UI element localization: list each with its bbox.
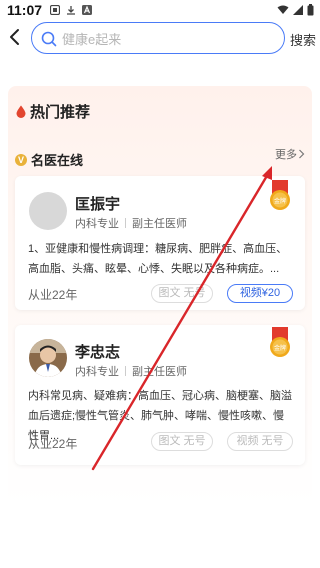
notification-icon: [50, 5, 60, 15]
video-consult-button[interactable]: 视频 无号: [227, 432, 293, 451]
doctor-card[interactable]: 李忠志 内科专业 副主任医师 金牌 内科常见病、疑难病：高血压、冠心病、脑梗塞、…: [15, 325, 305, 465]
practice-years: 从业22年: [28, 288, 78, 302]
drop-icon: [16, 105, 26, 118]
gold-medal-icon: 金牌: [270, 180, 290, 210]
doctor-name: 李忠志: [75, 344, 121, 361]
status-bar: 11:07: [0, 0, 320, 22]
doctor-title: 副主任医师: [132, 366, 187, 378]
text-consult-button[interactable]: 图文 无号: [151, 284, 213, 303]
doctor-photo: [29, 339, 67, 377]
status-time: 11:07: [7, 2, 43, 18]
search-icon: [41, 31, 57, 47]
divider: [125, 218, 126, 228]
doctor-department: 内科专业 副主任医师: [75, 363, 187, 379]
video-consult-button[interactable]: 视频¥20: [227, 284, 293, 303]
practice-years: 从业22年: [28, 437, 78, 451]
avatar: [29, 339, 67, 377]
text-consult-button[interactable]: 图文 无号: [151, 432, 213, 451]
medal-text: 金牌: [274, 197, 286, 205]
battery-icon: [307, 4, 314, 16]
divider: [125, 366, 126, 376]
search-button[interactable]: 搜索: [290, 30, 316, 49]
department-label: 内科专业: [75, 218, 119, 230]
search-input[interactable]: [62, 28, 272, 50]
department-label: 内科专业: [75, 366, 119, 378]
avatar: [29, 192, 67, 230]
medal-text: 金牌: [274, 344, 286, 352]
more-link[interactable]: 更多: [275, 146, 305, 162]
doctor-card[interactable]: 匡振宇 内科专业 副主任医师 金牌 1、亚健康和慢性病调理：糖尿病、肥胖症、高血…: [15, 176, 305, 310]
famous-doctors-header: V 名医在线: [15, 150, 83, 169]
doctor-department: 内科专业 副主任医师: [75, 215, 187, 231]
doctor-name: 匡振宇: [75, 196, 121, 213]
famous-doctors-label: 名医在线: [31, 153, 84, 168]
doctor-description: 1、亚健康和慢性病调理：糖尿病、肥胖症、高血压、高血脂、头痛、眩晕、心悸、失眠以…: [28, 243, 288, 275]
v-badge-icon: V: [15, 153, 27, 166]
gold-medal-icon: 金牌: [270, 327, 290, 357]
app-notify-icon: [82, 5, 92, 15]
more-label: 更多: [275, 149, 297, 161]
download-icon: [67, 6, 75, 15]
section-title-text: 热门推荐: [30, 104, 91, 121]
back-icon[interactable]: [7, 27, 23, 47]
section-title: 热门推荐: [16, 101, 90, 122]
wifi-icon: [277, 5, 289, 14]
search-box[interactable]: [31, 22, 285, 54]
status-icons: [277, 4, 314, 16]
chevron-right-icon: [299, 149, 305, 159]
signal-icon: [293, 5, 303, 15]
doctor-title: 副主任医师: [132, 218, 187, 230]
